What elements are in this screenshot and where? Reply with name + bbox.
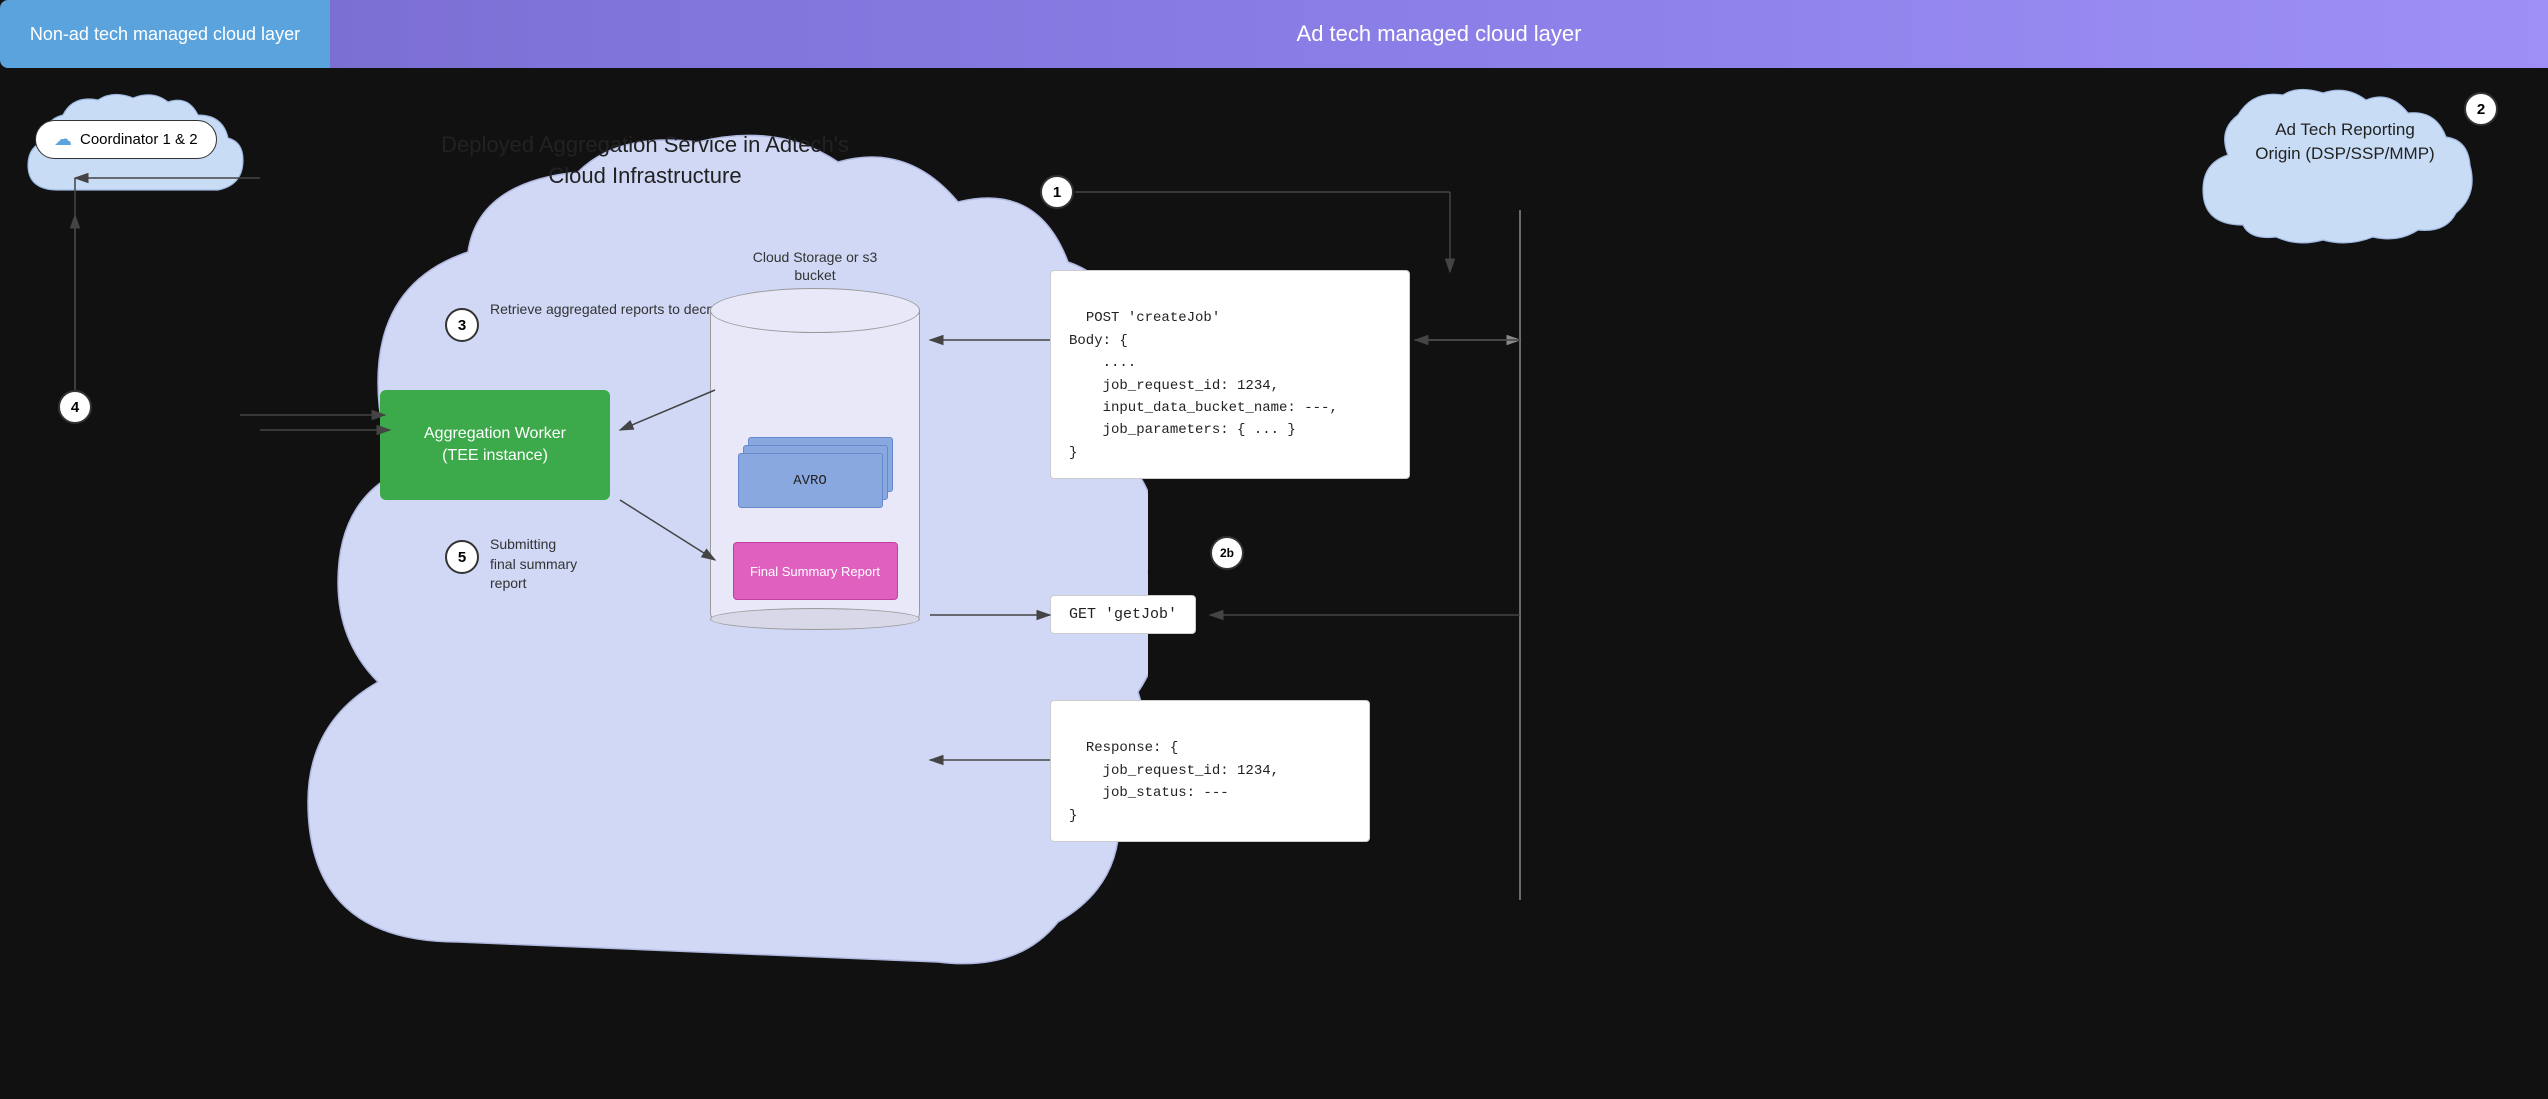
response-code-box: Response: { job_request_id: 1234, job_st… <box>1050 700 1370 842</box>
step-2b-circle: 2b <box>1210 536 1244 570</box>
create-job-code-box: POST 'createJob' Body: { .... job_reques… <box>1050 270 1410 479</box>
non-ad-tech-label: Non-ad tech managed cloud layer <box>30 24 300 45</box>
coordinator-box: ☁ Coordinator 1 & 2 <box>35 120 217 159</box>
storage-label: Cloud Storage or s3bucket <box>710 248 920 284</box>
step-3-circle: 3 <box>445 308 479 342</box>
avro-stack: AVRO <box>738 437 893 527</box>
step-2-circle: 2 <box>2464 92 2498 126</box>
ad-tech-label: Ad tech managed cloud layer <box>1297 21 1582 47</box>
cylinder-body: AVRO Final Summary Report <box>710 311 920 621</box>
main-cloud-shape <box>258 82 1148 1002</box>
coordinator-label: Coordinator 1 & 2 <box>80 131 198 148</box>
step-5-circle: 5 <box>445 540 479 574</box>
cloud-icon: ☁ <box>54 129 72 150</box>
non-ad-tech-layer-bar: Non-ad tech managed cloud layer <box>0 0 330 68</box>
final-summary-report-box: Final Summary Report <box>733 542 898 600</box>
ad-tech-layer-bar: Ad tech managed cloud layer <box>330 0 2548 68</box>
step-4-circle: 4 <box>58 390 92 424</box>
adtech-cloud-label: Ad Tech ReportingOrigin (DSP/SSP/MMP) <box>2210 118 2480 166</box>
step-5-label: Submittingfinal summaryreport <box>490 535 577 594</box>
step-3-label: Retrieve aggregated reports to decrypt <box>490 300 730 320</box>
step-1-circle: 1 <box>1040 175 1074 209</box>
avro-card-3: AVRO <box>738 453 883 508</box>
adtech-cloud <box>2198 85 2493 260</box>
layer-bar-container: Non-ad tech managed cloud layer Ad tech … <box>0 0 2548 68</box>
aggregation-worker-box: Aggregation Worker(TEE instance) <box>380 390 610 500</box>
main-service-title: Deployed Aggregation Service in Adtech's… <box>395 130 895 192</box>
get-job-box: GET 'getJob' <box>1050 595 1196 634</box>
storage-cylinder: Cloud Storage or s3bucket AVRO Final Sum… <box>710 248 920 621</box>
